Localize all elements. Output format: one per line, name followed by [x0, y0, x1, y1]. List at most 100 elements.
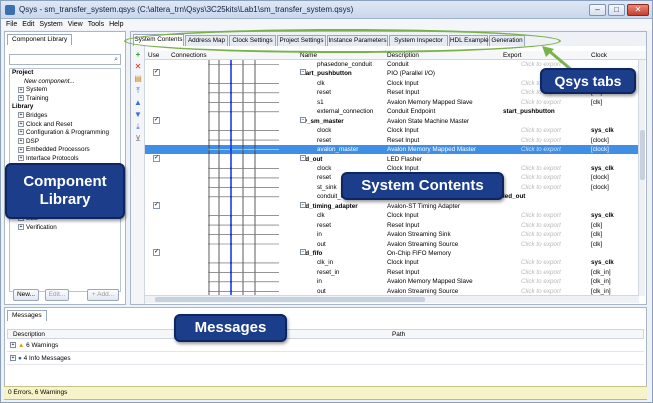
connection-dot[interactable] [207, 271, 211, 274]
connection-dot[interactable] [207, 82, 211, 85]
connection-dot[interactable] [229, 290, 233, 293]
connection-dot[interactable] [207, 91, 211, 94]
expand-icon[interactable]: + [10, 342, 16, 349]
connection-dot[interactable] [207, 233, 211, 236]
connection-dot[interactable] [207, 195, 211, 198]
expand-icon[interactable]: + [18, 95, 24, 102]
connection-dot[interactable] [217, 139, 221, 142]
expand-icon[interactable]: + [18, 155, 24, 162]
move-up-icon[interactable]: ▲ [134, 99, 142, 107]
tab-messages[interactable]: Messages [7, 310, 47, 321]
row-clock[interactable]: [clock] [591, 183, 609, 192]
connection-dot[interactable] [241, 101, 245, 104]
collapse-icon[interactable]: − [300, 69, 306, 76]
connection-dot[interactable] [217, 233, 221, 236]
connection-dot[interactable] [241, 271, 245, 274]
connection-dot[interactable] [229, 176, 233, 179]
row-export[interactable]: Click to export [521, 258, 561, 267]
connection-dot[interactable] [217, 261, 221, 264]
connections-graph[interactable] [169, 60, 279, 296]
connection-dot[interactable] [253, 224, 257, 227]
connection-dot[interactable] [207, 224, 211, 227]
row-clock[interactable]: [clk_in] [591, 268, 611, 277]
connection-dot[interactable] [229, 233, 233, 236]
row-export[interactable]: Click to export [521, 268, 561, 277]
connection-dot[interactable] [253, 148, 257, 151]
connection-dot[interactable] [229, 280, 233, 283]
connection-dot[interactable] [241, 290, 245, 293]
row-clock[interactable]: [clk] [591, 240, 602, 249]
library-item-embedded-processors[interactable]: + Embedded Processors [10, 146, 120, 155]
connection-dot[interactable] [241, 195, 245, 198]
connection-dot[interactable] [253, 176, 257, 179]
connection-dot[interactable] [253, 261, 257, 264]
connection-dot[interactable] [207, 214, 211, 217]
menu-help[interactable]: Help [104, 19, 123, 29]
expand-icon[interactable]: + [18, 146, 24, 153]
connection-dot[interactable] [229, 101, 233, 104]
connection-dot[interactable] [207, 63, 211, 66]
connection-dot[interactable] [217, 186, 221, 189]
message-row-warnings[interactable]: + ▲ 6 Warnings [7, 340, 644, 352]
new-component-button[interactable]: New... [13, 289, 39, 301]
row-export[interactable]: Click to export [521, 126, 561, 135]
tab-component-library[interactable]: Component Library [7, 34, 73, 45]
row-clock[interactable]: [clock] [591, 145, 609, 154]
connection-dot[interactable] [253, 167, 257, 170]
col-export[interactable]: Export [503, 51, 521, 60]
connection-dot[interactable] [217, 242, 221, 246]
connection-dot[interactable] [253, 186, 257, 189]
messages-col-path[interactable]: Path [392, 330, 405, 339]
connection-dot[interactable] [241, 91, 245, 94]
connection-dot[interactable] [241, 280, 245, 283]
use-checkbox[interactable]: ✓ [153, 201, 160, 209]
row-export[interactable]: Click to export [521, 211, 561, 220]
connection-dot[interactable] [217, 214, 221, 217]
minimize-button[interactable]: – [589, 4, 606, 16]
expand-icon[interactable]: + [18, 224, 24, 231]
horizontal-scroll-thumb[interactable] [155, 297, 425, 302]
connection-dot[interactable] [229, 110, 233, 113]
connection-dot[interactable] [229, 242, 233, 246]
menu-tools[interactable]: Tools [83, 19, 104, 29]
connection-dot[interactable] [207, 280, 211, 283]
connection-dot[interactable] [217, 129, 221, 132]
move-top-icon[interactable]: ⤒ [134, 87, 142, 95]
connection-dot[interactable] [229, 63, 233, 66]
connection-dot[interactable] [253, 214, 257, 217]
connection-dot[interactable] [207, 129, 211, 132]
connection-dot[interactable] [207, 261, 211, 264]
connection-dot[interactable] [217, 110, 221, 113]
connection-dot[interactable] [229, 139, 233, 142]
connection-dot[interactable] [241, 186, 245, 189]
connection-dot[interactable] [253, 233, 257, 236]
use-checkbox[interactable]: ✓ [153, 69, 160, 77]
expand-icon[interactable]: + [18, 129, 24, 136]
connection-dot[interactable] [229, 195, 233, 198]
row-export[interactable]: Click to export [521, 136, 561, 145]
menu-view[interactable]: View [63, 19, 83, 29]
add-icon[interactable]: + [134, 51, 142, 59]
connection-dot[interactable] [241, 139, 245, 142]
expand-icon[interactable]: + [18, 138, 24, 145]
connection-dot[interactable] [207, 148, 211, 151]
connection-dot[interactable] [217, 271, 221, 274]
row-clock[interactable]: sys_clk [591, 164, 614, 173]
close-button[interactable]: ✕ [627, 4, 649, 16]
library-item-training[interactable]: + Training [10, 95, 120, 104]
row-clock[interactable]: [clock] [591, 136, 609, 145]
connection-dot[interactable] [207, 110, 211, 113]
row-clock[interactable]: sys_clk [591, 126, 614, 135]
library-item-configuration-programming[interactable]: + Configuration & Programming [10, 129, 120, 138]
row-export[interactable]: Click to export [521, 230, 561, 239]
connection-dot[interactable] [241, 233, 245, 236]
connection-dot[interactable] [217, 280, 221, 283]
library-item-dsp[interactable]: + DSP [10, 138, 120, 147]
connection-dot[interactable] [241, 129, 245, 132]
row-clock[interactable]: [clk] [591, 98, 602, 107]
row-export[interactable]: Click to export [521, 221, 561, 230]
edit-component-button[interactable]: Edit... [45, 289, 69, 301]
connection-dot[interactable] [217, 195, 221, 198]
vertical-scrollbar[interactable] [638, 60, 645, 296]
collapse-icon[interactable]: − [300, 116, 306, 123]
